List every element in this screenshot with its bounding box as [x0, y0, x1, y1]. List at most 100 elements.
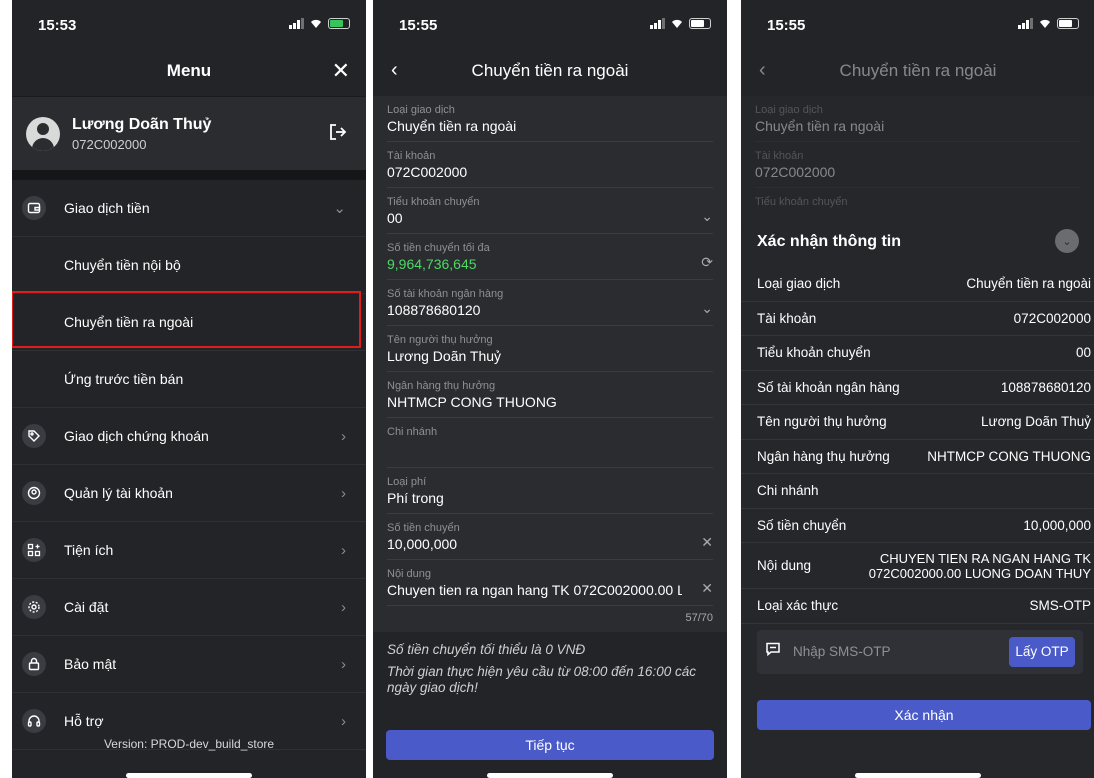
message-icon	[765, 641, 781, 662]
header: ‹ Chuyển tiền ra ngoài	[741, 46, 1094, 96]
menu-item-label: Bảo mật	[64, 656, 117, 672]
chevron-down-icon: ⌄	[333, 200, 346, 217]
confirm-row: Ngân hàng thụ hưởng NHTMCP CONG THUONG	[741, 440, 1094, 474]
version-label: Version: PROD-dev_build_store	[103, 737, 275, 751]
menu-item-label: Quản lý tài khoản	[64, 485, 173, 501]
confirm-row-auth: Loại xác thực SMS-OTP	[741, 589, 1094, 624]
content-line-1: CHUYEN TIEN RA NGAN HANG TK	[879, 550, 1091, 566]
menu-item-account-management[interactable]: Quản lý tài khoản ›	[12, 465, 366, 522]
profile-card[interactable]: Lương Doãn Thuỷ 072C002000	[12, 96, 366, 170]
refresh-icon[interactable]: ⟳	[701, 254, 713, 271]
sub-item-internal-transfer[interactable]: Chuyển tiền nội bộ	[12, 237, 366, 294]
sheet-title: Xác nhận thông tin	[757, 233, 901, 250]
branch-field[interactable]: Chi nhánh	[387, 418, 713, 468]
logout-icon[interactable]	[328, 122, 348, 142]
user-circle-icon	[22, 481, 46, 505]
wallet-icon	[22, 196, 46, 220]
avatar	[26, 116, 60, 151]
battery-icon	[328, 18, 350, 29]
page-title: Menu	[166, 61, 212, 80]
content-line-2: 072C002000.00 LUONG DOAN THUY	[868, 565, 1091, 581]
home-indicator	[855, 773, 981, 778]
back-icon[interactable]: ‹	[391, 59, 398, 82]
page-title: Chuyển tiền ra ngoài	[471, 61, 629, 80]
sub-item-cash-advance[interactable]: Ứng trước tiền bán	[12, 351, 366, 408]
field-transaction-type: Loại giao dịch Chuyển tiền ra ngoài	[387, 96, 713, 142]
close-icon[interactable]: ✕	[332, 58, 350, 84]
signal-icon	[289, 18, 304, 29]
user-name: Lương Doãn Thuỷ	[72, 115, 212, 133]
field-beneficiary-bank: Ngân hàng thụ hưởng NHTMCP CONG THUONG	[387, 372, 713, 418]
signal-icon	[1018, 18, 1033, 29]
clear-icon[interactable]: ✕	[701, 534, 713, 551]
menu-item-security[interactable]: Bảo mật ›	[12, 636, 366, 693]
char-counter: 57/70	[685, 612, 713, 624]
chevron-right-icon: ›	[341, 541, 346, 559]
back-icon: ‹	[759, 59, 766, 81]
confirm-row: Chi nhánh	[741, 474, 1094, 509]
tag-icon	[22, 424, 46, 448]
confirm-row: Tài khoản 072C002000	[741, 302, 1094, 336]
confirm-row: Số tiền chuyển 10,000,000	[741, 509, 1094, 543]
menu-item-label: Giao dịch tiền	[64, 200, 150, 216]
battery-icon	[1057, 18, 1079, 29]
confirm-row: Loại giao dịch Chuyển tiền ra ngoài	[741, 267, 1094, 302]
confirm-row: Tiểu khoản chuyển 00	[741, 336, 1094, 371]
get-otp-button[interactable]: Lấy OTP	[1009, 636, 1075, 667]
otp-input[interactable]: Nhập SMS-OTP Lấy OTP	[757, 629, 1083, 674]
wifi-icon	[311, 19, 321, 28]
signal-icon	[650, 18, 665, 29]
confirm-row: Tên người thụ hưởng Lương Doãn Thuỷ	[741, 405, 1094, 440]
chevron-right-icon: ›	[341, 484, 346, 502]
chevron-right-icon: ›	[341, 712, 346, 730]
headset-icon	[22, 709, 46, 733]
menu-item-label: Hỗ trợ	[64, 713, 104, 729]
user-account: 072C002000	[72, 136, 147, 152]
wifi-icon	[1040, 19, 1050, 28]
fee-type-field[interactable]: Loại phí Phí trong	[387, 468, 713, 514]
min-amount-note: Số tiền chuyển tối thiểu là 0 VNĐ	[387, 642, 586, 657]
time-note: Thời gian thực hiện yêu cầu từ 08:00 đến…	[387, 664, 696, 695]
page-title: Chuyển tiền ra ngoài	[839, 61, 997, 80]
field-account: Tài khoản 072C002000	[387, 142, 713, 188]
menu-screen: 15:53 Menu ✕ Lương Doãn Thuỷ 072C002000 …	[12, 0, 366, 778]
lock-icon	[22, 652, 46, 676]
confirm-row-content: Nội dung CHUYEN TIEN RA NGAN HANG TK 072…	[741, 543, 1094, 589]
amount-input[interactable]: Số tiền chuyển 10,000,000 ✕	[387, 514, 713, 560]
status-time: 15:53	[38, 17, 77, 34]
status-bar: 15:53	[12, 0, 366, 46]
menu-item-label: Giao dịch chứng khoán	[64, 428, 209, 444]
status-bar: 15:55	[373, 0, 727, 46]
status-time: 15:55	[399, 17, 438, 34]
wifi-icon	[672, 19, 682, 28]
header: ‹ Chuyển tiền ra ngoài	[373, 46, 727, 96]
menu-item-securities[interactable]: Giao dịch chứng khoán ›	[12, 408, 366, 465]
home-indicator	[126, 773, 252, 778]
confirm-row: Số tài khoản ngân hàng 108878680120	[741, 371, 1094, 405]
status-bar: 15:55	[741, 0, 1094, 46]
field-beneficiary-name: Tên người thụ hưởng Lương Doãn Thuỷ	[387, 326, 713, 372]
chevron-down-icon: ⌄	[701, 300, 713, 316]
menu-item-money-transactions[interactable]: Giao dịch tiền ⌄	[12, 180, 366, 237]
continue-button[interactable]: Tiếp tục	[386, 730, 714, 760]
transfer-form: Loại giao dịch Chuyển tiền ra ngoài Tài …	[373, 96, 727, 632]
clear-icon[interactable]: ✕	[701, 580, 713, 597]
field-max-amount: Số tiền chuyển tối đa 9,964,736,645 ⟳	[387, 234, 713, 280]
sub-account-select[interactable]: Tiểu khoản chuyển 00 ⌄	[387, 188, 713, 234]
bank-account-select[interactable]: Số tài khoản ngân hàng 108878680120 ⌄	[387, 280, 713, 326]
menu-item-label: Cài đặt	[64, 599, 109, 615]
otp-placeholder: Nhập SMS-OTP	[793, 644, 891, 659]
menu-item-label: Tiện ích	[64, 542, 114, 558]
collapse-icon[interactable]: ⌄	[1055, 229, 1079, 253]
menu-item-utilities[interactable]: Tiện ích ›	[12, 522, 366, 579]
battery-icon	[689, 18, 711, 29]
chevron-right-icon: ›	[341, 427, 346, 445]
menu-item-settings[interactable]: Cài đặt ›	[12, 579, 366, 636]
chevron-down-icon: ⌄	[701, 208, 713, 224]
chevron-right-icon: ›	[341, 655, 346, 673]
transfer-form-screen: 15:55 ‹ Chuyển tiền ra ngoài Loại giao d…	[373, 0, 727, 778]
menu-header: Menu ✕	[12, 46, 366, 96]
confirm-button[interactable]: Xác nhận	[757, 700, 1091, 730]
confirm-screen: 15:55 ‹ Chuyển tiền ra ngoài Loại giao d…	[741, 0, 1094, 778]
content-input[interactable]: Nội dung Chuyen tien ra ngan hang TK 072…	[387, 560, 713, 606]
